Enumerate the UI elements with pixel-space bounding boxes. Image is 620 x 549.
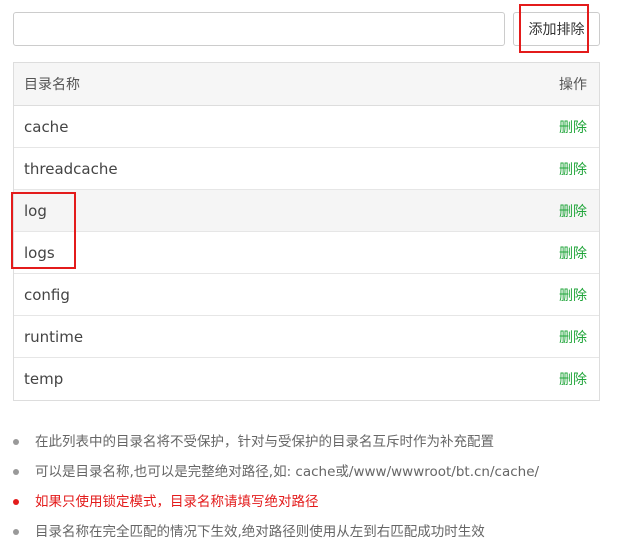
- note-text: 目录名称在完全匹配的情况下生效,绝对路径则使用从左到右匹配成功时生效: [35, 524, 485, 540]
- note-item-warning: 如果只使用锁定模式，目录名称请填写绝对路径: [13, 488, 613, 518]
- column-header-name: 目录名称: [24, 77, 80, 93]
- add-exclusion-bar: 添加排除: [13, 11, 600, 49]
- table-row: cache 删除: [14, 106, 599, 148]
- delete-link[interactable]: 删除: [559, 201, 587, 221]
- delete-link[interactable]: 删除: [559, 369, 587, 389]
- delete-link[interactable]: 删除: [559, 159, 587, 179]
- column-header-action: 操作: [559, 77, 587, 93]
- delete-link[interactable]: 删除: [559, 285, 587, 305]
- bullet-icon: [13, 529, 19, 535]
- table-row: log 删除: [14, 190, 599, 232]
- delete-link[interactable]: 删除: [559, 243, 587, 263]
- directory-input[interactable]: [13, 12, 505, 46]
- table-row: logs 删除: [14, 232, 599, 274]
- note-item: 在此列表中的目录名将不受保护，针对与受保护的目录名互斥时作为补充配置: [13, 428, 613, 458]
- note-item: 可以是目录名称,也可以是完整绝对路径,如: cache或/www/wwwroot…: [13, 458, 613, 488]
- help-notes: 在此列表中的目录名将不受保护，针对与受保护的目录名互斥时作为补充配置 可以是目录…: [13, 428, 613, 548]
- table-row: config 删除: [14, 274, 599, 316]
- table-row: runtime 删除: [14, 316, 599, 358]
- add-exclusion-button[interactable]: 添加排除: [513, 12, 600, 46]
- table-header: 目录名称 操作: [14, 63, 599, 106]
- bullet-icon: [13, 439, 19, 445]
- note-text: 可以是目录名称,也可以是完整绝对路径,如: cache或/www/wwwroot…: [35, 464, 540, 480]
- note-text: 如果只使用锁定模式，目录名称请填写绝对路径: [35, 494, 319, 510]
- bullet-icon: [13, 499, 19, 505]
- bullet-icon: [13, 469, 19, 475]
- table-row: threadcache 删除: [14, 148, 599, 190]
- note-text: 在此列表中的目录名将不受保护，针对与受保护的目录名互斥时作为补充配置: [35, 434, 494, 450]
- directory-name: logs: [24, 243, 55, 262]
- directory-name: cache: [24, 117, 69, 136]
- excluded-directory-table: 目录名称 操作 cache 删除 threadcache 删除 log 删除 l…: [13, 62, 600, 401]
- delete-link[interactable]: 删除: [559, 117, 587, 137]
- delete-link[interactable]: 删除: [559, 327, 587, 347]
- directory-name: threadcache: [24, 159, 118, 178]
- directory-name: log: [24, 201, 47, 220]
- directory-name: temp: [24, 370, 64, 388]
- directory-name: config: [24, 285, 70, 304]
- table-row: temp 删除: [14, 358, 599, 400]
- directory-name: runtime: [24, 327, 84, 346]
- note-item: 目录名称在完全匹配的情况下生效,绝对路径则使用从左到右匹配成功时生效: [13, 518, 613, 548]
